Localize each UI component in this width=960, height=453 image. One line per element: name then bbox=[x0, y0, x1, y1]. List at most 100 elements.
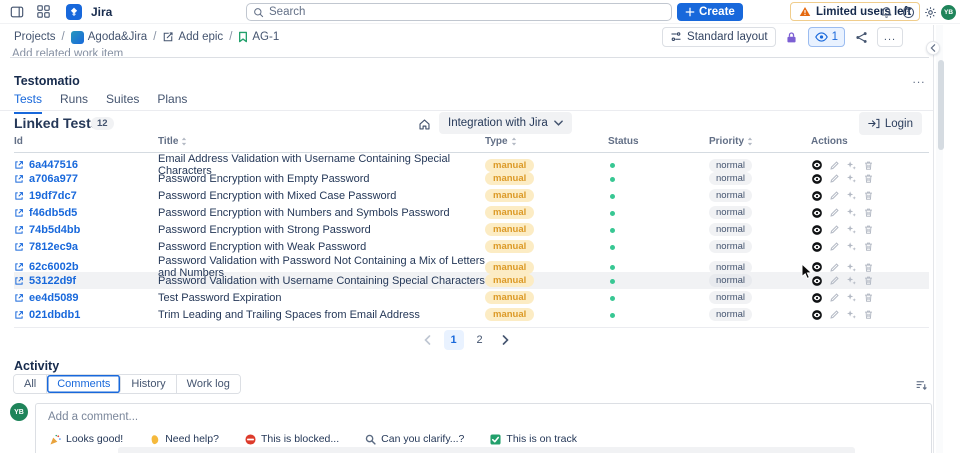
table-row[interactable]: 021dbdb1 Trim Leading and Trailing Space… bbox=[14, 306, 929, 323]
edit-pencil-icon[interactable] bbox=[829, 207, 840, 218]
edit-pencil-icon[interactable] bbox=[829, 262, 840, 273]
quick-reply-magnifier[interactable]: Can you clarify...? bbox=[365, 433, 464, 445]
table-row[interactable]: 7812ec9a Password Encryption with Weak P… bbox=[14, 238, 929, 255]
delete-trash-icon[interactable] bbox=[863, 262, 874, 273]
sidebar-toggle-icon[interactable] bbox=[6, 1, 28, 23]
test-id-cell[interactable]: 74b5d4bb bbox=[14, 224, 158, 236]
app-switcher-icon[interactable] bbox=[32, 1, 54, 23]
jira-logo-icon[interactable] bbox=[66, 3, 82, 20]
test-id-cell[interactable]: 53122d9f bbox=[14, 275, 158, 287]
breadcrumb-item[interactable]: AG-1 bbox=[238, 31, 279, 43]
global-search[interactable] bbox=[246, 3, 672, 21]
delete-trash-icon[interactable] bbox=[863, 224, 874, 235]
test-id-cell[interactable]: a706a977 bbox=[14, 173, 158, 185]
run-sparkle-icon[interactable] bbox=[846, 309, 857, 320]
collapse-panel-chevron-icon[interactable] bbox=[926, 41, 940, 55]
view-test-eye-icon[interactable] bbox=[811, 261, 823, 273]
test-id-link[interactable]: 19df7dc7 bbox=[29, 190, 77, 202]
view-test-eye-icon[interactable] bbox=[811, 207, 823, 219]
delete-trash-icon[interactable] bbox=[863, 292, 874, 303]
issue-more-actions-button[interactable]: ... bbox=[877, 27, 903, 47]
breadcrumb-item[interactable]: Agoda&Jira bbox=[70, 30, 147, 44]
edit-pencil-icon[interactable] bbox=[829, 241, 840, 252]
edit-pencil-icon[interactable] bbox=[829, 190, 840, 201]
delete-trash-icon[interactable] bbox=[863, 275, 874, 286]
next-page-chevron-icon[interactable] bbox=[496, 330, 516, 350]
view-test-eye-icon[interactable] bbox=[811, 173, 823, 185]
table-row[interactable]: 6a447516 Email Address Validation with U… bbox=[14, 153, 929, 177]
edit-pencil-icon[interactable] bbox=[829, 309, 840, 320]
login-button[interactable]: Login bbox=[858, 112, 922, 135]
test-id-link[interactable]: 7812ec9a bbox=[29, 241, 78, 253]
quick-reply-party-popper[interactable]: Looks good! bbox=[50, 433, 123, 445]
test-id-cell[interactable]: 62c6002b bbox=[14, 261, 158, 273]
test-id-cell[interactable]: ee4d5089 bbox=[14, 292, 158, 304]
run-sparkle-icon[interactable] bbox=[846, 207, 857, 218]
edit-pencil-icon[interactable] bbox=[829, 275, 840, 286]
run-sparkle-icon[interactable] bbox=[846, 275, 857, 286]
test-id-link[interactable]: 74b5d4bb bbox=[29, 224, 80, 236]
run-sparkle-icon[interactable] bbox=[846, 190, 857, 201]
scrollbar-thumb[interactable] bbox=[938, 60, 944, 150]
comment-input[interactable] bbox=[36, 404, 931, 427]
run-sparkle-icon[interactable] bbox=[846, 173, 857, 184]
view-test-eye-icon[interactable] bbox=[811, 159, 823, 171]
notifications-bell-icon[interactable] bbox=[875, 1, 897, 23]
lock-icon[interactable] bbox=[782, 27, 802, 47]
standard-layout-button[interactable]: Standard layout bbox=[662, 27, 776, 47]
prev-page-chevron-icon[interactable] bbox=[418, 330, 438, 350]
run-sparkle-icon[interactable] bbox=[846, 241, 857, 252]
page-button-2[interactable]: 2 bbox=[470, 330, 490, 350]
share-icon[interactable] bbox=[851, 27, 871, 47]
quick-reply-no-entry[interactable]: This is blocked... bbox=[245, 433, 339, 445]
sort-newest-first-icon[interactable] bbox=[912, 377, 930, 393]
view-test-eye-icon[interactable] bbox=[811, 224, 823, 236]
column-header-priority[interactable]: Priority bbox=[709, 136, 811, 147]
view-test-eye-icon[interactable] bbox=[811, 190, 823, 202]
table-row[interactable]: a706a977 Password Encryption with Empty … bbox=[14, 170, 929, 187]
edit-pencil-icon[interactable] bbox=[829, 224, 840, 235]
view-test-eye-icon[interactable] bbox=[811, 241, 823, 253]
help-icon[interactable]: ? bbox=[897, 1, 919, 23]
table-row[interactable]: 53122d9f Password Validation with Userna… bbox=[14, 272, 929, 289]
delete-trash-icon[interactable] bbox=[863, 173, 874, 184]
edit-pencil-icon[interactable] bbox=[829, 292, 840, 303]
column-header-type[interactable]: Type bbox=[485, 136, 608, 147]
comment-box[interactable]: Looks good! Need help? This is blocked... C… bbox=[35, 403, 932, 453]
delete-trash-icon[interactable] bbox=[863, 309, 874, 320]
table-row[interactable]: ee4d5089 Test Password Expiration manual… bbox=[14, 289, 929, 306]
delete-trash-icon[interactable] bbox=[863, 160, 874, 171]
delete-trash-icon[interactable] bbox=[863, 241, 874, 252]
settings-gear-icon[interactable] bbox=[919, 1, 941, 23]
run-sparkle-icon[interactable] bbox=[846, 262, 857, 273]
test-id-link[interactable]: 6a447516 bbox=[29, 159, 78, 171]
home-icon[interactable] bbox=[414, 114, 434, 134]
run-sparkle-icon[interactable] bbox=[846, 224, 857, 235]
integration-dropdown[interactable]: Integration with Jira bbox=[439, 112, 572, 134]
activity-tab-all[interactable]: All bbox=[14, 375, 48, 393]
activity-tab-history[interactable]: History bbox=[121, 375, 177, 393]
edit-pencil-icon[interactable] bbox=[829, 160, 840, 171]
scrollbar-track[interactable] bbox=[936, 25, 944, 453]
user-avatar[interactable]: YB bbox=[941, 4, 956, 20]
testomatio-more-button[interactable]: ... bbox=[908, 70, 930, 88]
view-test-eye-icon[interactable] bbox=[811, 309, 823, 321]
test-id-cell[interactable]: f46db5d5 bbox=[14, 207, 158, 219]
view-test-eye-icon[interactable] bbox=[811, 292, 823, 304]
table-row[interactable]: 74b5d4bb Password Encryption with Strong… bbox=[14, 221, 929, 238]
test-id-cell[interactable]: 7812ec9a bbox=[14, 241, 158, 253]
test-id-cell[interactable]: 19df7dc7 bbox=[14, 190, 158, 202]
test-id-cell[interactable]: 021dbdb1 bbox=[14, 309, 158, 321]
test-id-link[interactable]: a706a977 bbox=[29, 173, 78, 185]
test-id-link[interactable]: 62c6002b bbox=[29, 261, 79, 273]
quick-reply-waving-hand[interactable]: Need help? bbox=[149, 433, 219, 445]
page-button-1[interactable]: 1 bbox=[443, 330, 464, 350]
table-row[interactable]: 19df7dc7 Password Encryption with Mixed … bbox=[14, 187, 929, 204]
test-id-link[interactable]: ee4d5089 bbox=[29, 292, 79, 304]
search-input[interactable] bbox=[269, 6, 665, 18]
run-sparkle-icon[interactable] bbox=[846, 160, 857, 171]
breadcrumb-item[interactable]: Projects bbox=[14, 31, 56, 43]
create-button[interactable]: Create bbox=[677, 3, 743, 21]
activity-tab-work-log[interactable]: Work log bbox=[176, 375, 240, 393]
test-id-cell[interactable]: 6a447516 bbox=[14, 159, 158, 171]
